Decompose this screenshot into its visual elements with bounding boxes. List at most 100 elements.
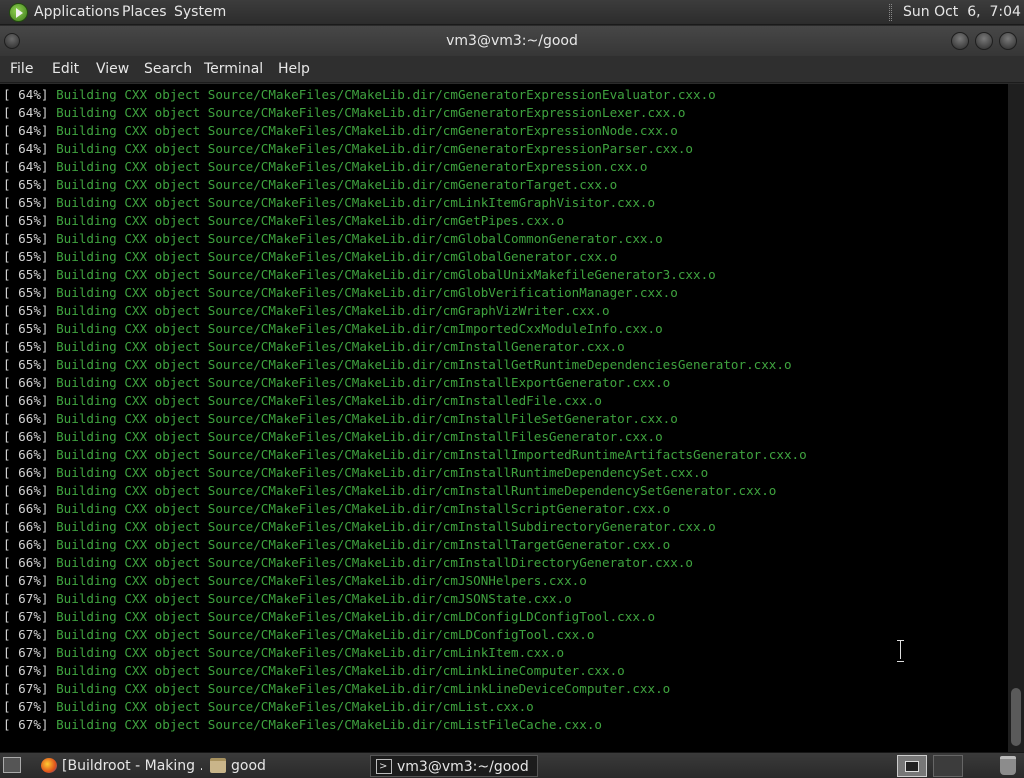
places-menu[interactable]: Places: [122, 4, 167, 20]
build-message: Building CXX object Source/CMakeFiles/CM…: [56, 465, 709, 480]
build-message: Building CXX object Source/CMakeFiles/CM…: [56, 339, 625, 354]
build-percent: [ 65%]: [3, 249, 49, 264]
workspace-2[interactable]: [933, 755, 963, 777]
terminal-line: [ 67%] Building CXX object Source/CMakeF…: [3, 680, 1008, 698]
build-percent: [ 67%]: [3, 699, 49, 714]
terminal-line: [ 64%] Building CXX object Source/CMakeF…: [3, 122, 1008, 140]
build-message: Building CXX object Source/CMakeFiles/CM…: [56, 393, 603, 408]
menu-file[interactable]: File: [10, 61, 33, 77]
terminal-output[interactable]: [ 64%] Building CXX object Source/CMakeF…: [0, 84, 1008, 752]
build-percent: [ 65%]: [3, 285, 49, 300]
build-message: Building CXX object Source/CMakeFiles/CM…: [56, 717, 603, 732]
terminal-line: [ 66%] Building CXX object Source/CMakeF…: [3, 482, 1008, 500]
system-menu[interactable]: System: [174, 4, 226, 20]
build-percent: [ 64%]: [3, 105, 49, 120]
applications-menu[interactable]: Applications: [34, 4, 120, 20]
minimize-icon[interactable]: [951, 32, 969, 50]
terminal-line: [ 66%] Building CXX object Source/CMakeF…: [3, 536, 1008, 554]
terminal-line: [ 67%] Building CXX object Source/CMakeF…: [3, 590, 1008, 608]
scrollbar-thumb[interactable]: [1011, 688, 1021, 746]
terminal-line: [ 65%] Building CXX object Source/CMakeF…: [3, 194, 1008, 212]
build-message: Building CXX object Source/CMakeFiles/CM…: [56, 231, 663, 246]
workspace-1[interactable]: [897, 755, 927, 777]
build-message: Building CXX object Source/CMakeFiles/CM…: [56, 663, 625, 678]
terminal-line: [ 65%] Building CXX object Source/CMakeF…: [3, 320, 1008, 338]
terminal-line: [ 67%] Building CXX object Source/CMakeF…: [3, 626, 1008, 644]
build-percent: [ 66%]: [3, 519, 49, 534]
build-message: Building CXX object Source/CMakeFiles/CM…: [56, 87, 716, 102]
build-message: Building CXX object Source/CMakeFiles/CM…: [56, 105, 686, 120]
build-message: Building CXX object Source/CMakeFiles/CM…: [56, 321, 663, 336]
menu-view[interactable]: View: [96, 61, 129, 77]
build-message: Building CXX object Source/CMakeFiles/CM…: [56, 537, 671, 552]
build-percent: [ 65%]: [3, 213, 49, 228]
build-percent: [ 67%]: [3, 609, 49, 624]
terminal-line: [ 65%] Building CXX object Source/CMakeF…: [3, 176, 1008, 194]
terminal-line: [ 65%] Building CXX object Source/CMakeF…: [3, 248, 1008, 266]
terminal-line: [ 66%] Building CXX object Source/CMakeF…: [3, 428, 1008, 446]
window-menu-icon[interactable]: [4, 33, 20, 49]
build-message: Building CXX object Source/CMakeFiles/CM…: [56, 519, 716, 534]
taskbar-item-firefox[interactable]: [Buildroot - Making ...: [36, 755, 202, 777]
taskbar-item-label: good: [231, 758, 266, 774]
build-message: Building CXX object Source/CMakeFiles/CM…: [56, 267, 716, 282]
distro-logo-icon[interactable]: [9, 3, 28, 22]
build-percent: [ 65%]: [3, 231, 49, 246]
terminal-scrollbar[interactable]: [1008, 84, 1024, 752]
build-percent: [ 66%]: [3, 393, 49, 408]
terminal-line: [ 66%] Building CXX object Source/CMakeF…: [3, 464, 1008, 482]
build-percent: [ 66%]: [3, 465, 49, 480]
build-message: Building CXX object Source/CMakeFiles/CM…: [56, 195, 656, 210]
panel-separator: [889, 4, 892, 21]
build-message: Building CXX object Source/CMakeFiles/CM…: [56, 429, 663, 444]
terminal-line: [ 67%] Building CXX object Source/CMakeF…: [3, 716, 1008, 734]
build-percent: [ 65%]: [3, 177, 49, 192]
menubar: File Edit View Search Terminal Help: [0, 56, 1024, 83]
window-title: vm3@vm3:~/good: [446, 33, 578, 49]
workspace-window-preview: [905, 761, 919, 772]
show-desktop-icon[interactable]: [3, 757, 21, 773]
trash-icon[interactable]: [1000, 756, 1016, 775]
terminal-line: [ 67%] Building CXX object Source/CMakeF…: [3, 608, 1008, 626]
terminal-line: [ 65%] Building CXX object Source/CMakeF…: [3, 284, 1008, 302]
firefox-icon: [41, 758, 57, 773]
window-titlebar[interactable]: vm3@vm3:~/good: [0, 26, 1024, 56]
terminal-line: [ 66%] Building CXX object Source/CMakeF…: [3, 554, 1008, 572]
menu-terminal[interactable]: Terminal: [204, 61, 263, 77]
build-percent: [ 66%]: [3, 375, 49, 390]
build-percent: [ 64%]: [3, 87, 49, 102]
menu-help[interactable]: Help: [278, 61, 310, 77]
build-message: Building CXX object Source/CMakeFiles/CM…: [56, 645, 565, 660]
build-percent: [ 67%]: [3, 681, 49, 696]
build-message: Building CXX object Source/CMakeFiles/CM…: [56, 375, 671, 390]
terminal-line: [ 67%] Building CXX object Source/CMakeF…: [3, 662, 1008, 680]
build-percent: [ 67%]: [3, 573, 49, 588]
menu-edit[interactable]: Edit: [52, 61, 79, 77]
build-message: Building CXX object Source/CMakeFiles/CM…: [56, 591, 572, 606]
build-percent: [ 65%]: [3, 321, 49, 336]
terminal-line: [ 64%] Building CXX object Source/CMakeF…: [3, 104, 1008, 122]
taskbar-item-folder[interactable]: good: [205, 755, 365, 777]
menu-search[interactable]: Search: [144, 61, 192, 77]
terminal-line: [ 66%] Building CXX object Source/CMakeF…: [3, 500, 1008, 518]
terminal-line: [ 65%] Building CXX object Source/CMakeF…: [3, 230, 1008, 248]
build-percent: [ 66%]: [3, 447, 49, 462]
build-percent: [ 65%]: [3, 267, 49, 282]
terminal-line: [ 66%] Building CXX object Source/CMakeF…: [3, 518, 1008, 536]
taskbar-item-label: [Buildroot - Making ...: [62, 758, 202, 774]
taskbar-item-terminal[interactable]: vm3@vm3:~/good: [370, 755, 538, 777]
build-message: Building CXX object Source/CMakeFiles/CM…: [56, 699, 534, 714]
clock[interactable]: Sun Oct 6, 7:04 PM: [903, 4, 1024, 20]
build-message: Building CXX object Source/CMakeFiles/CM…: [56, 357, 792, 372]
maximize-icon[interactable]: [975, 32, 993, 50]
terminal-window: vm3@vm3:~/good File Edit View Search Ter…: [0, 26, 1024, 752]
build-message: Building CXX object Source/CMakeFiles/CM…: [56, 159, 648, 174]
build-message: Building CXX object Source/CMakeFiles/CM…: [56, 573, 587, 588]
build-percent: [ 65%]: [3, 357, 49, 372]
build-percent: [ 65%]: [3, 303, 49, 318]
terminal-line: [ 64%] Building CXX object Source/CMakeF…: [3, 140, 1008, 158]
terminal-line: [ 65%] Building CXX object Source/CMakeF…: [3, 212, 1008, 230]
close-icon[interactable]: [999, 32, 1017, 50]
terminal-line: [ 65%] Building CXX object Source/CMakeF…: [3, 266, 1008, 284]
build-percent: [ 66%]: [3, 429, 49, 444]
